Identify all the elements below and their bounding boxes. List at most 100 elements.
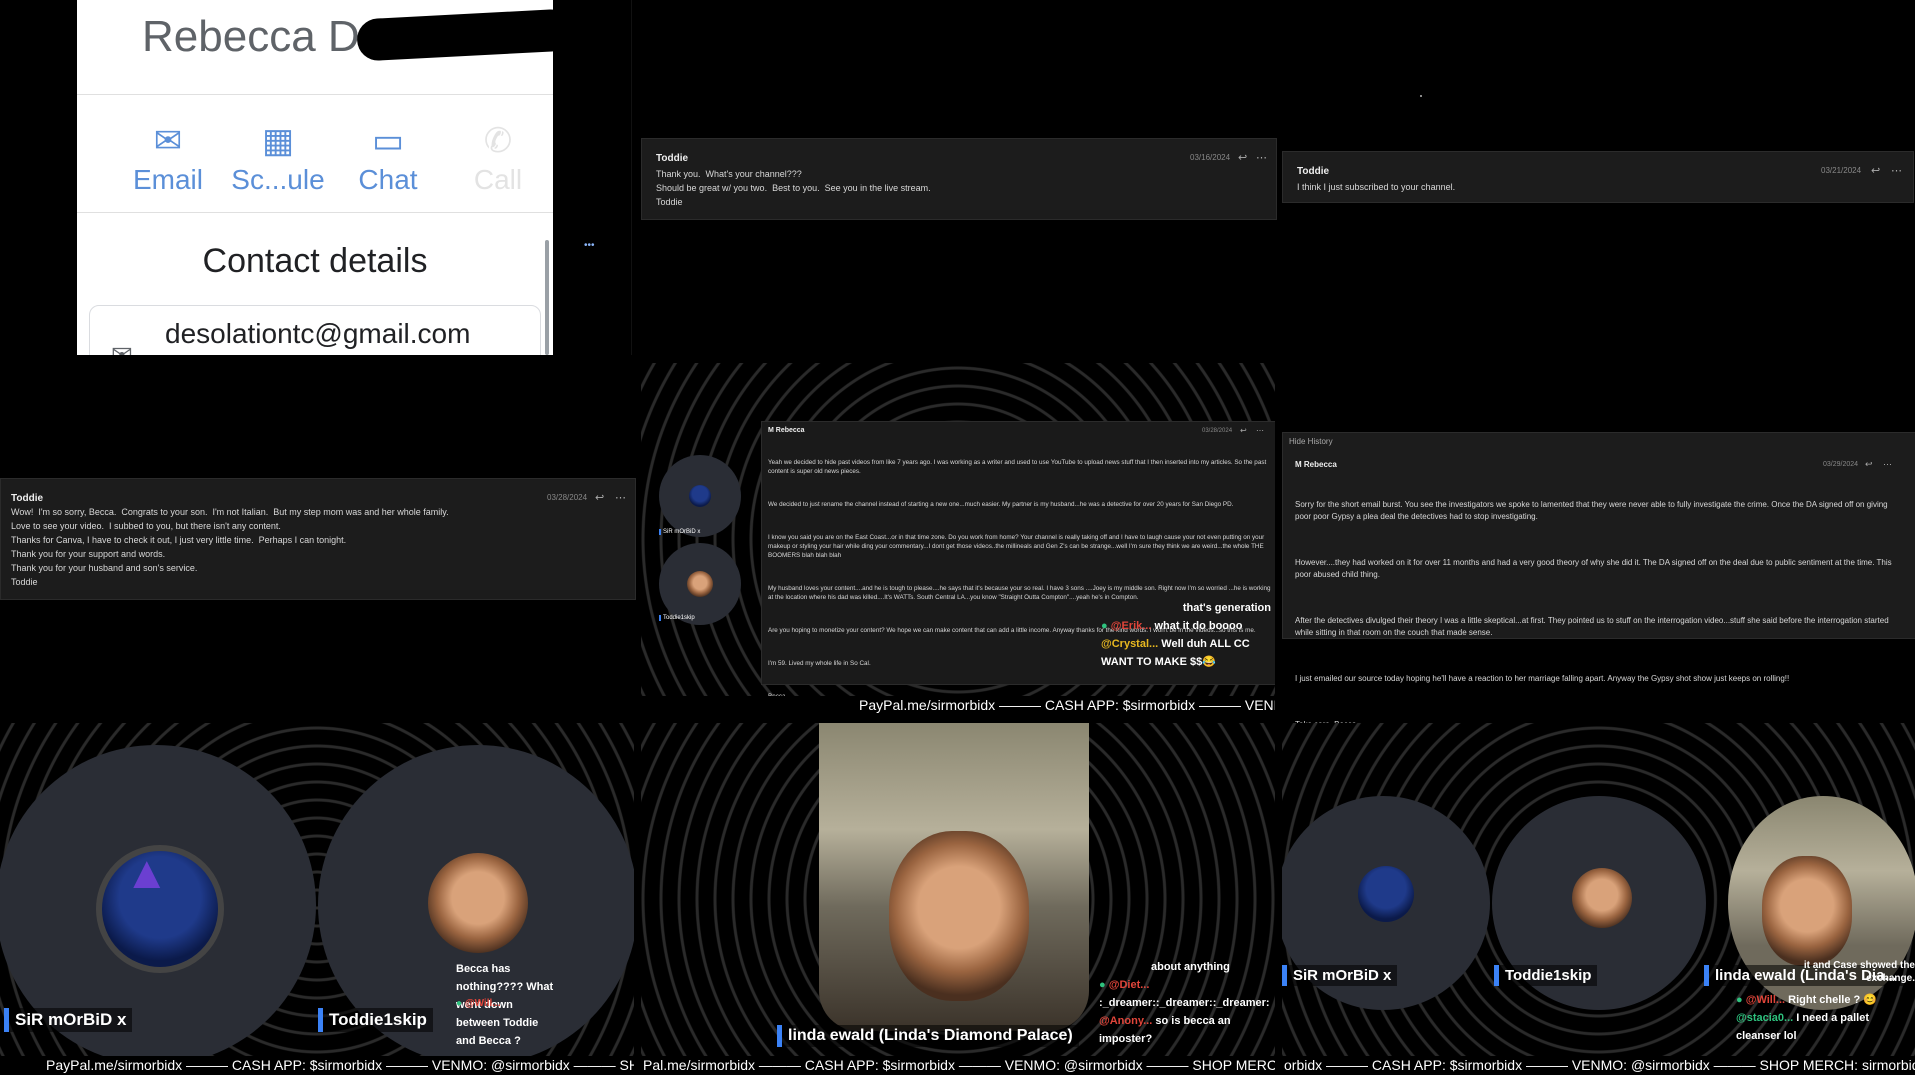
participant-tile bbox=[659, 543, 741, 625]
chat-message: ● @Will... Right chelle ? 😊 bbox=[1736, 991, 1914, 1009]
scrollbar[interactable] bbox=[545, 240, 549, 355]
chat-user: @Will... bbox=[464, 998, 501, 1009]
divider bbox=[77, 94, 553, 95]
chat-message: that's generation bbox=[1182, 602, 1271, 614]
schedule-action-label: Sc...ule bbox=[231, 164, 325, 195]
stream-panel-bottom-mid: linda ewald (Linda's Diamond Palace) abo… bbox=[641, 723, 1275, 1075]
more-icon[interactable]: ⋯ bbox=[1256, 426, 1264, 435]
chat-message: @stacia0... I need a pallet cleanser lol bbox=[1736, 1009, 1914, 1045]
email-card-4[interactable]: Hide History M Rebecca 03/29/2024 ↩ ⋯ So… bbox=[1282, 432, 1915, 729]
more-icon[interactable]: ⋯ bbox=[1883, 459, 1892, 470]
stream-panel-bottom-right: SiR mOrBiD x Toddie1skip linda ewald (Li… bbox=[1282, 723, 1915, 1075]
email-icon: ✉ bbox=[153, 122, 183, 160]
live-chat-overlay: ● @Will... Right chelle ? 😊 @stacia0... … bbox=[1736, 991, 1914, 1045]
email-body: Wow! I'm so sorry, Becca. Congrats to yo… bbox=[11, 507, 449, 587]
chat-text: :_dreamer::_dreamer::_dreamer: bbox=[1099, 997, 1270, 1009]
verified-icon: ● bbox=[456, 998, 463, 1009]
chat-user: @Diet... bbox=[1108, 979, 1150, 991]
chat-user: @Crystal... bbox=[1101, 638, 1159, 650]
chat-icon: ▭ bbox=[371, 122, 405, 160]
contact-name: Rebecca D bbox=[142, 12, 360, 61]
participant-name: SiR mOrBiD x bbox=[659, 529, 700, 535]
more-icon[interactable]: ⋯ bbox=[1891, 164, 1902, 177]
email-card-1[interactable]: Toddie 03/16/2024 ↩ ⋯ Thank you. What's … bbox=[641, 138, 1277, 220]
email-card-3[interactable]: Toddie 03/28/2024 ↩ ⋯ Wow! I'm so sorry,… bbox=[0, 478, 636, 600]
email-card-2[interactable]: Toddie 03/21/2024 ↩ ⋯ I think I just sub… bbox=[1282, 151, 1914, 203]
stream-panel-mid: SiR mOrBiD x Toddie1skip M Rebecca 03/28… bbox=[641, 363, 1275, 715]
email-sender: Toddie bbox=[11, 493, 44, 504]
chat-message: @Anony... so is becca an imposter? bbox=[1099, 1012, 1274, 1048]
live-chat-overlay: that's generation ● @Erik... what it do … bbox=[1101, 599, 1271, 671]
contact-email[interactable]: desolationtc@gmail.com bbox=[165, 318, 470, 350]
contact-details-heading: Contact details bbox=[202, 242, 428, 280]
participant-tile bbox=[659, 455, 741, 537]
email-date: 03/16/2024 bbox=[1190, 153, 1231, 162]
reply-icon[interactable]: ↩ bbox=[1871, 164, 1880, 177]
chat-user: @stacia0... bbox=[1736, 1012, 1794, 1024]
webcam-video bbox=[819, 723, 1089, 1031]
email-date: 03/28/2024 bbox=[1202, 428, 1233, 434]
chat-user: @Anony... bbox=[1099, 1015, 1153, 1027]
reply-icon[interactable]: ↩ bbox=[1865, 459, 1873, 470]
email-body: Thank you. What's your channel??? Should… bbox=[656, 169, 931, 207]
more-icon[interactable]: ⋯ bbox=[1256, 151, 1267, 164]
call-action-label: Call bbox=[473, 164, 523, 195]
chat-action-button[interactable]: ▭ Chat bbox=[333, 122, 443, 196]
participant-name: Toddie1skip bbox=[1494, 965, 1598, 986]
envelope-icon: ✉ bbox=[111, 340, 133, 355]
toddie-avatar bbox=[687, 571, 713, 597]
email-paragraph: However....they had worked on it for ove… bbox=[1295, 558, 1894, 579]
verified-icon: ● bbox=[1101, 620, 1108, 632]
reply-icon[interactable]: ↩ bbox=[1240, 426, 1247, 435]
donation-ticker: PayPal.me/sirmorbidx ——— CASH APP: $sirm… bbox=[641, 696, 1275, 715]
email-sender: M Rebecca bbox=[1295, 460, 1337, 469]
toddie-avatar bbox=[428, 853, 528, 953]
email-paragraph: I know you said you are on the East Coas… bbox=[768, 534, 1266, 559]
wizard-hat-icon: ▲ bbox=[124, 846, 170, 898]
redaction-mark bbox=[356, 8, 553, 62]
live-chat-overlay: it and Case showed the exchange. bbox=[1800, 959, 1915, 985]
participant-name: SiR mOrBiD x bbox=[4, 1008, 133, 1032]
chat-message: @Crystal... Well duh ALL CC WANT TO MAKE… bbox=[1101, 635, 1271, 671]
chat-message: ● @Diet... :_dreamer::_dreamer::_dreamer… bbox=[1099, 976, 1274, 1012]
more-icon[interactable]: ⋯ bbox=[615, 491, 626, 504]
verified-icon: ● bbox=[1099, 979, 1106, 991]
email-action-label: Email bbox=[132, 164, 203, 195]
reply-icon[interactable]: ↩ bbox=[595, 491, 604, 504]
live-chat-overlay: about anything ● @Diet... :_dreamer::_dr… bbox=[1099, 958, 1274, 1048]
chat-message: ● @Erik... what it do boooo bbox=[1101, 617, 1271, 635]
email-paragraph: Sorry for the short email burst. You see… bbox=[1295, 500, 1890, 521]
donation-ticker: Pal.me/sirmorbidx ——— CASH APP: $sirmorb… bbox=[641, 1056, 1275, 1075]
chat-user-row: ● @Will... bbox=[456, 995, 501, 1013]
participant-name: Toddie1skip bbox=[318, 1008, 433, 1032]
skull-avatar-icon bbox=[1358, 866, 1414, 922]
reply-icon[interactable]: ↩ bbox=[1238, 151, 1247, 164]
call-icon: ✆ bbox=[483, 122, 513, 160]
email-paragraph: After the detectives divulged their theo… bbox=[1295, 616, 1891, 637]
chat-user: @Erik... bbox=[1110, 620, 1152, 632]
person-face bbox=[889, 831, 1029, 1001]
participant-name: linda ewald (Linda's Diamond Palace) bbox=[777, 1025, 1079, 1047]
schedule-action-button[interactable]: ▦ Sc...ule bbox=[223, 122, 333, 196]
donation-ticker: orbidx ——— CASH APP: $sirmorbidx ——— VEN… bbox=[1282, 1056, 1915, 1075]
chat-message: about anything bbox=[1151, 961, 1230, 973]
cursor-dot bbox=[1420, 95, 1422, 97]
email-sender: Toddie bbox=[656, 153, 689, 164]
email-date: 03/28/2024 bbox=[547, 493, 588, 502]
email-date: 03/29/2024 bbox=[1823, 461, 1859, 468]
email-body: I think I just subscribed to your channe… bbox=[1297, 182, 1456, 192]
chat-message: it and Case showed the exchange. bbox=[1803, 960, 1915, 984]
stream-panel-bottom-left: ▲ SiR mOrBiD x Toddie1skip Becca has not… bbox=[0, 723, 634, 1075]
email-action-button[interactable]: ✉ Email bbox=[113, 122, 223, 196]
more-menu-icon[interactable]: ••• bbox=[584, 240, 595, 251]
hide-history-link[interactable]: Hide History bbox=[1289, 437, 1333, 446]
skull-avatar-icon bbox=[689, 485, 711, 507]
email-sender: Toddie bbox=[1297, 166, 1330, 177]
email-body: Sorry for the short email burst. You see… bbox=[1295, 475, 1905, 755]
chat-user: @Will... bbox=[1745, 994, 1786, 1006]
email-date: 03/21/2024 bbox=[1821, 166, 1862, 175]
call-action-button[interactable]: ✆ Call bbox=[443, 122, 553, 196]
email-body: Yeah we decided to hide past videos from… bbox=[768, 440, 1273, 715]
participant-name: Toddie1skip bbox=[659, 615, 695, 621]
chat-action-label: Chat bbox=[358, 164, 418, 195]
